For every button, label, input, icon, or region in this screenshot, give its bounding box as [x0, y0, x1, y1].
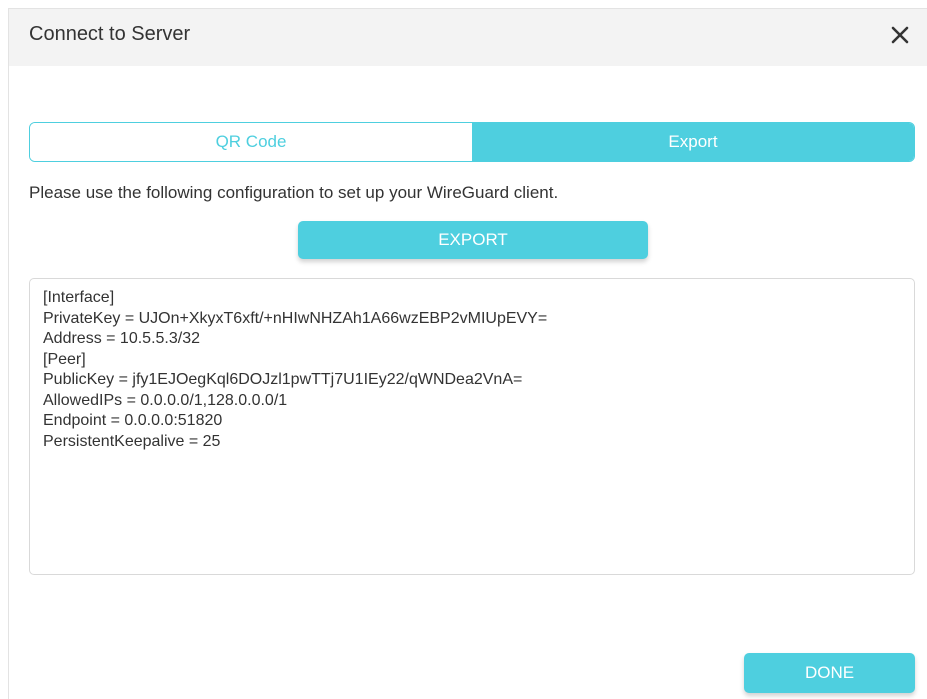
close-icon[interactable]: [885, 20, 915, 50]
connect-to-server-dialog: Connect to Server QR Code Export Please …: [8, 8, 927, 699]
export-button[interactable]: EXPORT: [298, 221, 648, 259]
config-line-allowed-ips: AllowedIPs = 0.0.0.0/1,128.0.0.0/1: [43, 391, 288, 409]
config-line-address: Address = 10.5.5.3/32: [43, 330, 200, 347]
config-line-keepalive: PersistentKeepalive = 25: [43, 432, 221, 450]
config-line-private-key: PrivateKey = UJOn+XkyxT6xft/+nHIwNHZAh1A…: [43, 309, 548, 327]
config-line-public-key: PublicKey = jfy1EJOegKql6DOJzl1pwTTj7U1I…: [43, 371, 523, 388]
config-line-endpoint: Endpoint = 0.0.0.0:51820: [43, 412, 223, 429]
tab-export[interactable]: Export: [472, 123, 914, 161]
config-line-interface: [Interface]: [43, 289, 115, 306]
tab-qr-code[interactable]: QR Code: [30, 123, 472, 161]
config-line-peer: [Peer]: [43, 350, 86, 368]
config-textarea[interactable]: [Interface] PrivateKey = UJOn+XkyxT6xft/…: [29, 278, 915, 575]
done-button[interactable]: DONE: [744, 653, 915, 693]
dialog-title: Connect to Server: [29, 23, 191, 45]
tab-switcher: QR Code Export: [29, 122, 915, 162]
dialog-header: Connect to Server: [9, 9, 927, 66]
instruction-text: Please use the following configuration t…: [29, 183, 559, 202]
